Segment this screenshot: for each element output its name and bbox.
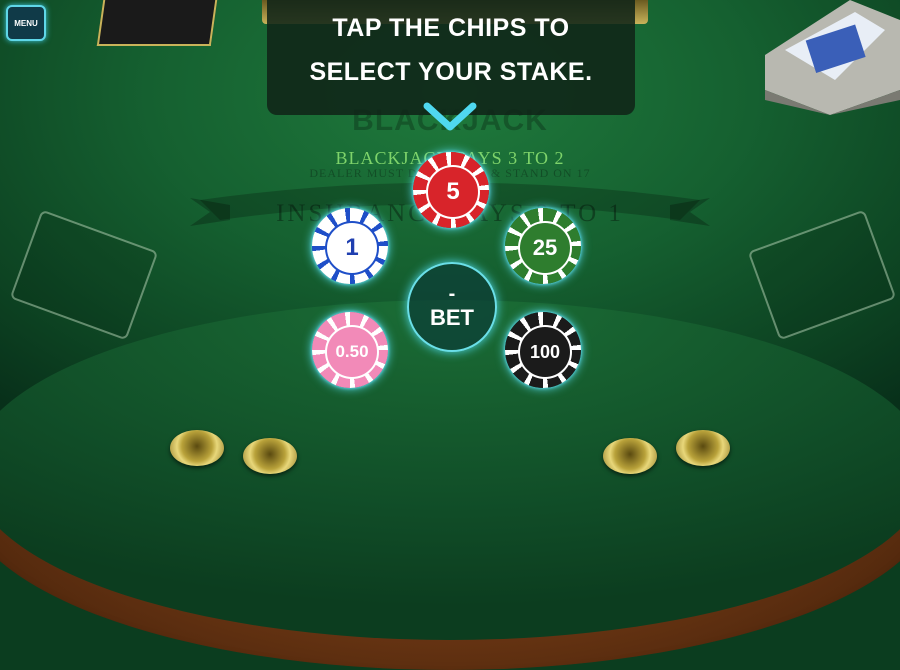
bet-amount: - [448, 283, 456, 305]
chip-value: 0.50 [335, 342, 369, 361]
cup-holder [243, 438, 297, 474]
chip-value: 5 [446, 178, 460, 205]
chip-value: 100 [529, 341, 561, 362]
tooltip-line-1: TAP THE CHIPS TO [332, 14, 570, 42]
chevron-down-icon [423, 102, 477, 131]
chip-value: 1 [345, 234, 359, 261]
chip-value: 25 [532, 235, 558, 260]
discard-tray [96, 0, 218, 46]
tooltip-line-2: SELECT YOUR STAKE. [309, 58, 593, 86]
cup-holder [603, 438, 657, 474]
chip-100[interactable]: 100 [505, 312, 581, 388]
bet-button[interactable]: - BET [407, 262, 497, 352]
chip-25[interactable]: 25 [505, 208, 581, 284]
chip-5[interactable]: 5 [413, 152, 489, 228]
stake-tooltip: TAP THE CHIPS TO SELECT YOUR STAKE. [267, 0, 635, 115]
menu-button[interactable]: MENU [6, 5, 46, 41]
chip-1[interactable]: 1 [312, 208, 388, 284]
chip-0-50[interactable]: 0.50 [312, 312, 388, 388]
bet-label: BET [430, 305, 474, 330]
card-shoe [765, 0, 900, 115]
